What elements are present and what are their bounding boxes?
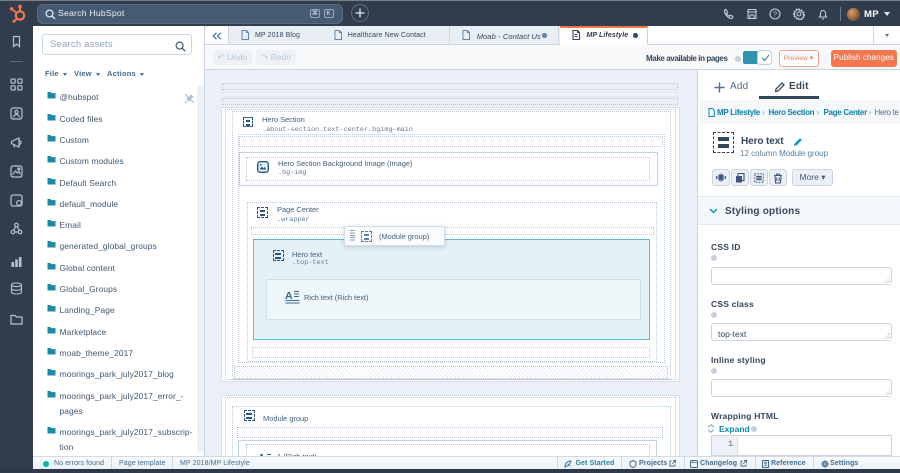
svg-text:?: ? — [773, 10, 777, 19]
